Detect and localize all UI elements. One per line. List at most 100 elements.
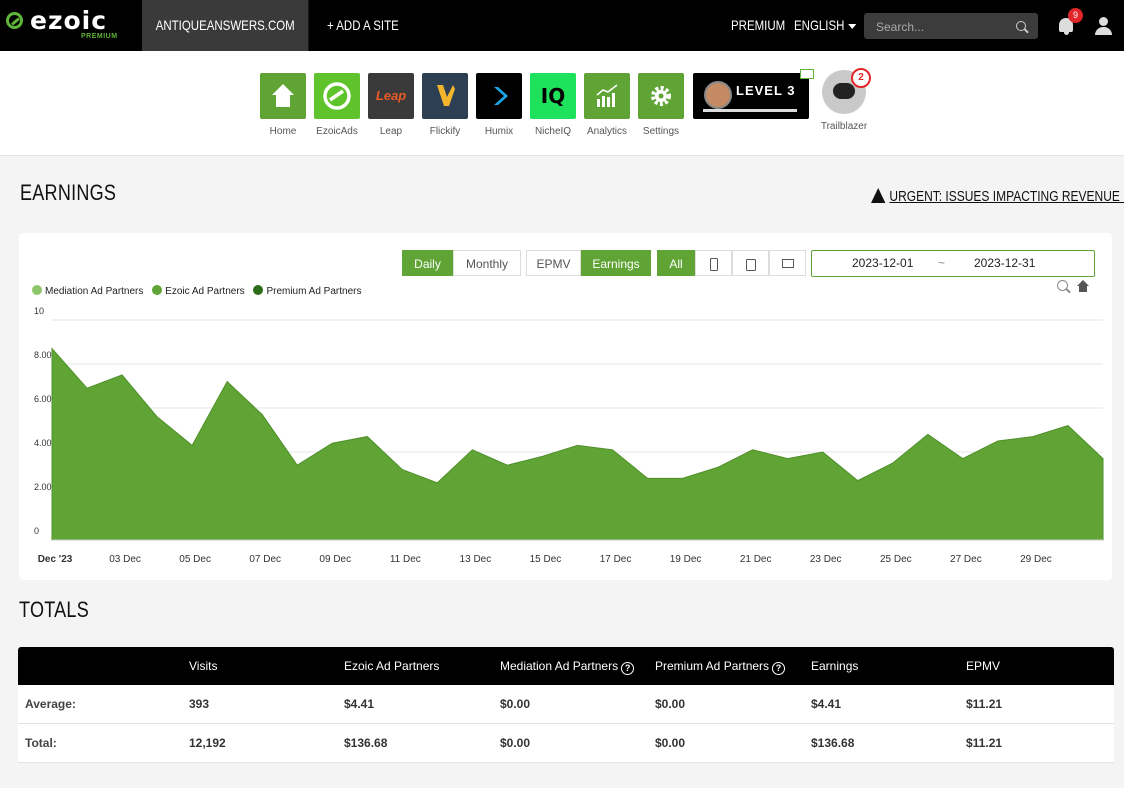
table-header: Visits Ezoic Ad Partners Mediation Ad Pa… — [18, 647, 1114, 685]
device-phone-button[interactable] — [695, 250, 732, 276]
app-tile — [476, 73, 522, 119]
ezoic-logo[interactable]: ezoic PREMIUM — [6, 6, 118, 42]
warning-icon — [871, 188, 886, 203]
earnings-chart-card: Daily Monthly EPMV Earnings All 2023-12-… — [19, 233, 1112, 580]
top-navbar: ezoic PREMIUM ANTIQUEANSWERS.COM + ADD A… — [0, 0, 1124, 51]
help-icon[interactable]: ? — [621, 662, 635, 675]
app-bar: Home EzoicAds Leap Leap Flickify Humix I… — [0, 51, 1124, 156]
ezoic-icon — [323, 82, 351, 110]
y-tick-label: 6.00 — [34, 394, 52, 404]
app-tile — [422, 73, 468, 119]
zoom-icon[interactable] — [1057, 280, 1068, 291]
legend-label: Ezoic Ad Partners — [165, 286, 245, 297]
table-row: Average: 393 $4.41 $0.00 $0.00 $4.41 $11… — [18, 685, 1114, 724]
level-badge[interactable]: LEVEL 3 — [693, 69, 814, 119]
nicheiq-icon: IQ — [540, 84, 566, 108]
urgent-issues-link[interactable]: URGENT: ISSUES IMPACTING REVENUE (6) — [871, 188, 1124, 205]
legend-dot — [253, 285, 264, 295]
x-tick-label: 09 Dec — [319, 554, 351, 565]
totals-table: Visits Ezoic Ad Partners Mediation Ad Pa… — [18, 647, 1114, 763]
x-tick-label: 05 Dec — [179, 554, 211, 565]
earnings-button[interactable]: Earnings — [581, 250, 651, 276]
date-from: 2023-12-01 — [852, 256, 914, 270]
table-cell: $136.68 — [344, 736, 388, 750]
legend-dot — [32, 285, 42, 295]
legend-item[interactable]: Mediation Ad Partners — [32, 285, 143, 297]
tablet-icon — [745, 258, 756, 271]
trailblazer-button[interactable]: 2 Trailblazer — [819, 68, 871, 132]
home-icon — [272, 84, 294, 107]
earnings-title: EARNINGS — [20, 180, 117, 205]
app-ezoicads[interactable]: EzoicAds — [314, 73, 360, 137]
device-all-button[interactable]: All — [657, 250, 695, 276]
table-cell: $136.68 — [811, 736, 855, 750]
table-cell: $4.41 — [344, 697, 375, 711]
legend-label: Premium Ad Partners — [266, 286, 362, 297]
add-site-link[interactable]: + ADD A SITE — [327, 0, 399, 51]
row-label: Total: — [25, 736, 57, 750]
logo-tier: PREMIUM — [81, 33, 118, 40]
trailblazer-badge: 2 — [851, 68, 871, 88]
table-cell: $11.21 — [966, 736, 1003, 750]
notifications-button[interactable]: 9 — [1057, 8, 1083, 37]
x-tick-label: 23 Dec — [810, 554, 842, 565]
app-analytics[interactable]: Analytics — [584, 73, 630, 137]
trailblazer-label: Trailblazer — [820, 121, 868, 132]
app-humix[interactable]: Humix — [476, 73, 522, 137]
level-progress — [703, 109, 797, 112]
site-selector[interactable]: ANTIQUEANSWERS.COM — [142, 0, 309, 51]
app-leap[interactable]: Leap Leap — [368, 73, 414, 137]
home-wall — [1079, 286, 1087, 292]
x-tick-label: 27 Dec — [950, 554, 982, 565]
urgent-text: URGENT: ISSUES IMPACTING REVENUE (6) — [889, 188, 1124, 205]
device-desktop-button[interactable] — [769, 250, 806, 276]
column-header: Earnings — [811, 659, 859, 673]
x-tick-label: 15 Dec — [530, 554, 562, 565]
help-icon[interactable]: ? — [772, 662, 786, 675]
x-tick-label: 25 Dec — [880, 554, 912, 565]
table-cell: $0.00 — [500, 697, 531, 711]
phone-icon — [709, 258, 718, 272]
app-tile — [638, 73, 684, 119]
search-icon[interactable] — [1016, 21, 1026, 31]
legend-item[interactable]: Ezoic Ad Partners — [152, 285, 245, 297]
column-header: Ezoic Ad Partners — [344, 659, 440, 673]
app-settings[interactable]: Settings — [638, 73, 684, 137]
table-cell: $4.41 — [811, 697, 842, 711]
table-row: Total: 12,192 $136.68 $0.00 $0.00 $136.6… — [18, 724, 1114, 763]
row-label: Average: — [25, 697, 76, 711]
app-flickify[interactable]: Flickify — [422, 73, 468, 137]
chart-legend: Mediation Ad Partners Ezoic Ad Partners … — [32, 285, 367, 297]
humix-icon — [494, 87, 508, 105]
notification-badge: 9 — [1068, 8, 1083, 23]
user-menu[interactable] — [1094, 17, 1114, 37]
premium-link[interactable]: PREMIUM — [731, 0, 785, 51]
table-cell: $11.21 — [966, 697, 1003, 711]
reset-zoom-home-icon[interactable] — [1077, 280, 1089, 292]
monthly-button[interactable]: Monthly — [453, 250, 521, 276]
app-home[interactable]: Home — [260, 73, 306, 137]
app-nicheiq[interactable]: IQ NicheIQ — [530, 73, 576, 137]
desktop-icon — [781, 259, 794, 269]
column-header-label: Premium Ad Partners — [655, 659, 770, 673]
language-dropdown[interactable]: ENGLISH — [794, 0, 857, 51]
table-cell: $0.00 — [500, 736, 531, 750]
search-input[interactable] — [874, 13, 1008, 41]
epmv-button[interactable]: EPMV — [526, 250, 581, 276]
table-cell: 12,192 — [189, 736, 226, 750]
app-label: Settings — [642, 126, 680, 137]
device-tablet-button[interactable] — [732, 250, 769, 276]
date-separator: ~ — [938, 256, 946, 270]
x-tick-label: 03 Dec — [109, 554, 141, 565]
envelope-icon[interactable] — [800, 69, 814, 79]
avatar — [704, 81, 732, 109]
legend-item[interactable]: Premium Ad Partners — [253, 285, 361, 297]
date-range-picker[interactable]: 2023-12-01 ~ 2023-12-31 — [811, 250, 1095, 277]
app-tile — [260, 73, 306, 119]
app-tile: Leap — [368, 73, 414, 119]
search-box[interactable] — [864, 13, 1038, 41]
y-tick-label: 0 — [34, 526, 39, 536]
daily-button[interactable]: Daily — [402, 250, 453, 276]
column-header-label: Mediation Ad Partners — [500, 659, 619, 673]
user-icon — [1099, 17, 1108, 26]
